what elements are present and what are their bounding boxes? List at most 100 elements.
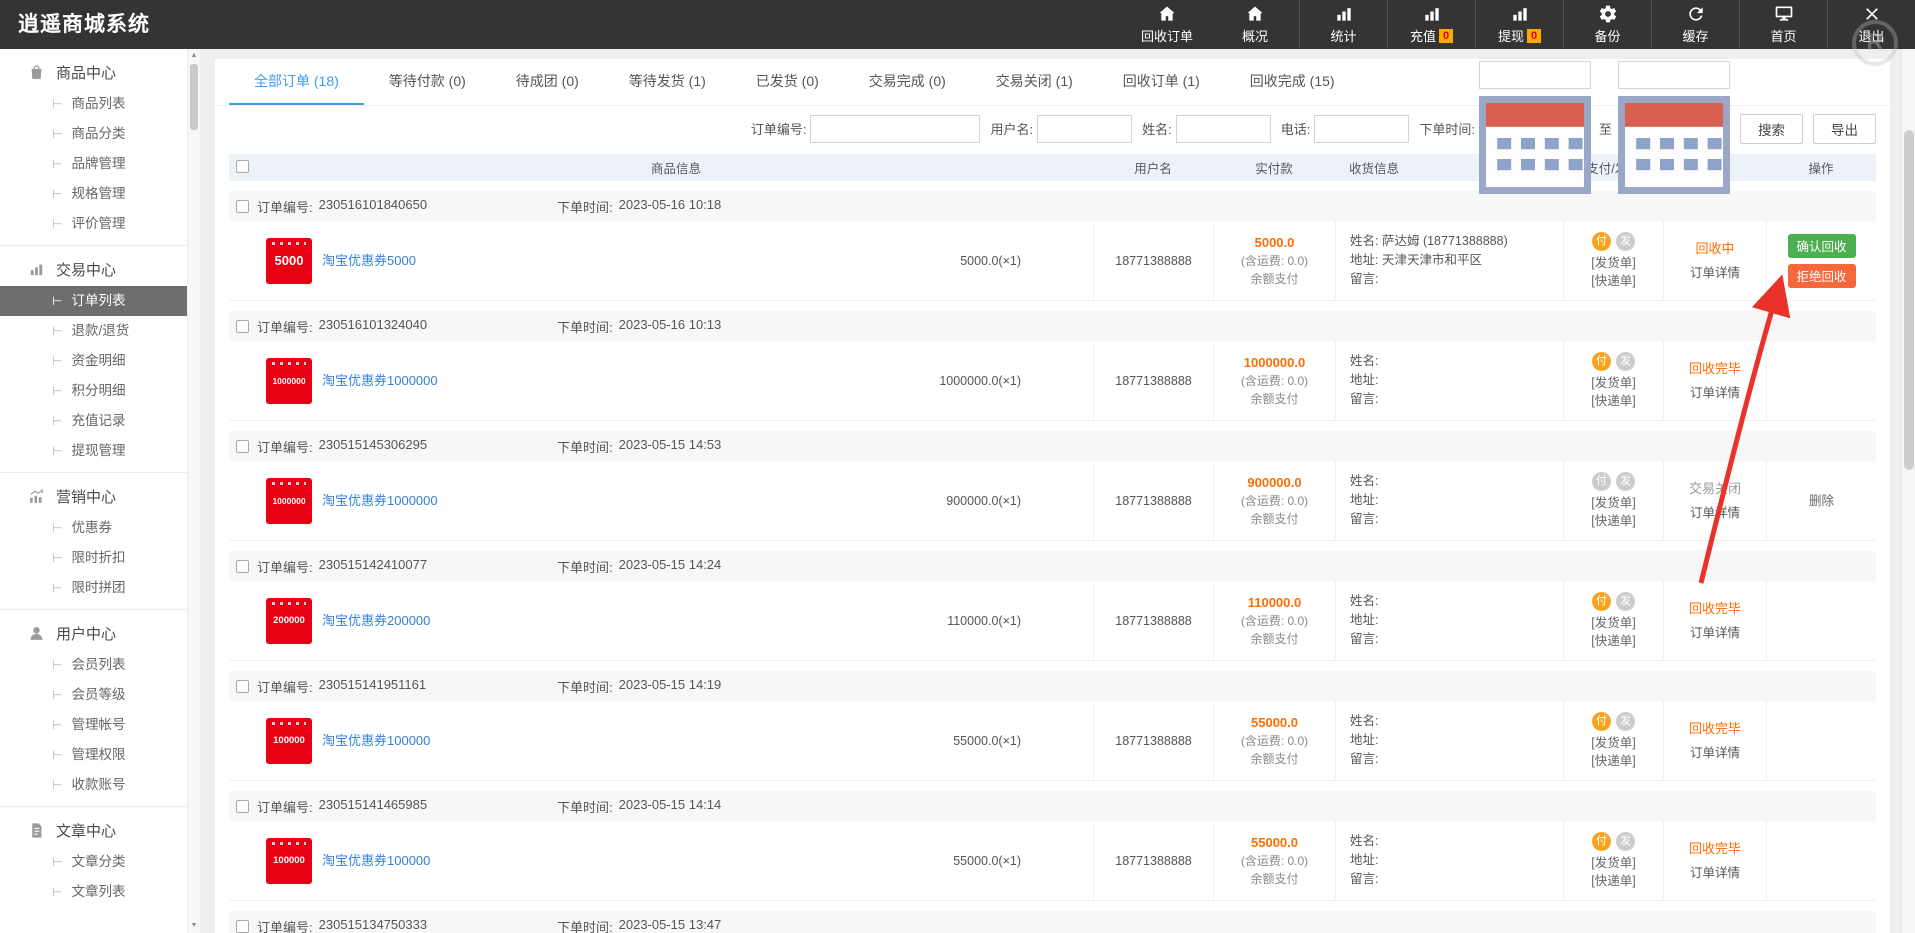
- tab-5[interactable]: 交易完成 (0): [844, 59, 971, 105]
- express-doc-link[interactable]: [快递单]: [1591, 632, 1635, 650]
- top-nav-item-首页[interactable]: 首页: [1739, 0, 1827, 49]
- shipping-doc-link[interactable]: [发货单]: [1591, 374, 1635, 392]
- top-nav-item-备份[interactable]: 备份: [1563, 0, 1651, 49]
- sidebar-item-订单列表[interactable]: ⊢ 订单列表: [0, 286, 187, 316]
- scroll-down-icon[interactable]: ▼: [188, 920, 200, 932]
- express-doc-link[interactable]: [快递单]: [1591, 752, 1635, 770]
- confirm-recycle-button[interactable]: 确认回收: [1787, 233, 1856, 258]
- order-detail-link[interactable]: 订单详情: [1690, 264, 1740, 282]
- page-scrollbar[interactable]: [1901, 49, 1915, 933]
- top-nav-item-概况[interactable]: 概况: [1211, 0, 1299, 49]
- sidebar-group-用户中心[interactable]: 用户中心: [0, 616, 187, 650]
- sidebar-item-商品分类[interactable]: ⊢ 商品分类: [0, 119, 187, 149]
- sidebar-item-限时拼团[interactable]: ⊢ 限时拼团: [0, 573, 187, 603]
- sidebar-group-商品中心[interactable]: 商品中心: [0, 55, 187, 89]
- sidebar-item-充值记录[interactable]: ⊢ 充值记录: [0, 406, 187, 436]
- order-header-band: 订单编号: 230515141465985 下单时间: 2023-05-15 14:1…: [229, 791, 1876, 821]
- product-name-link[interactable]: 淘宝优惠券100000: [322, 732, 430, 750]
- sidebar-item-资金明细[interactable]: ⊢ 资金明细: [0, 346, 187, 376]
- bar-chart-icon: [28, 261, 45, 278]
- sidebar-scrollbar[interactable]: ▲ ▼: [187, 49, 200, 933]
- order-select-checkbox[interactable]: [236, 799, 249, 813]
- reject-recycle-button[interactable]: 拒绝回收: [1787, 263, 1856, 288]
- sidebar-item-商品列表[interactable]: ⊢ 商品列表: [0, 89, 187, 119]
- receiver-label: 姓名:: [1350, 834, 1379, 848]
- sidebar-item-label: 文章分类: [71, 854, 126, 869]
- shipping-doc-link[interactable]: [发货单]: [1591, 854, 1635, 872]
- filter-input-0[interactable]: [810, 114, 981, 143]
- express-doc-link[interactable]: [快递单]: [1591, 512, 1635, 530]
- order-select-checkbox[interactable]: [236, 439, 249, 453]
- shipping-doc-link[interactable]: [发货单]: [1591, 734, 1635, 752]
- tab-0[interactable]: 全部订单 (18): [229, 59, 364, 105]
- order-select-checkbox[interactable]: [236, 559, 249, 573]
- order-select-checkbox[interactable]: [236, 319, 249, 333]
- order-select-checkbox[interactable]: [236, 919, 249, 933]
- sidebar-scrollbar-thumb[interactable]: [190, 64, 198, 130]
- top-nav-item-统计[interactable]: 统计: [1299, 0, 1387, 49]
- order-detail-link[interactable]: 订单详情: [1690, 744, 1740, 762]
- operation-cell: 确认回收 拒绝回收: [1766, 221, 1876, 300]
- order-detail-link[interactable]: 订单详情: [1690, 624, 1740, 642]
- sidebar-item-文章分类[interactable]: ⊢ 文章分类: [0, 847, 187, 877]
- tab-2[interactable]: 待成团 (0): [491, 59, 604, 105]
- sidebar-item-管理帐号[interactable]: ⊢ 管理帐号: [0, 710, 187, 740]
- express-doc-link[interactable]: [快递单]: [1591, 392, 1635, 410]
- top-nav-item-提现[interactable]: 提现 0: [1475, 0, 1563, 49]
- tab-7[interactable]: 回收订单 (1): [1098, 59, 1225, 105]
- filter-input-1[interactable]: [1037, 114, 1133, 143]
- filter-field-1: 用户名:: [990, 114, 1133, 143]
- shipping-doc-link[interactable]: [发货单]: [1591, 494, 1635, 512]
- tab-1[interactable]: 等待付款 (0): [364, 59, 491, 105]
- order-detail-link[interactable]: 订单详情: [1690, 384, 1740, 402]
- sidebar-item-品牌管理[interactable]: ⊢ 品牌管理: [0, 149, 187, 179]
- sidebar-item-积分明细[interactable]: ⊢ 积分明细: [0, 376, 187, 406]
- filter-input-2[interactable]: [1175, 114, 1271, 143]
- sidebar-item-管理权限[interactable]: ⊢ 管理权限: [0, 740, 187, 770]
- sidebar-group-营销中心[interactable]: 营销中心: [0, 479, 187, 513]
- delete-link[interactable]: 删除: [1809, 492, 1834, 510]
- page-scrollbar-thumb[interactable]: [1904, 130, 1914, 470]
- order-no-value: 230516101324040: [318, 316, 428, 332]
- order-detail-link[interactable]: 订单详情: [1690, 504, 1740, 522]
- filter-input-3[interactable]: [1314, 114, 1410, 143]
- sidebar-item-文章列表[interactable]: ⊢ 文章列表: [0, 877, 187, 907]
- top-nav-item-充值[interactable]: 充值 0: [1387, 0, 1475, 49]
- search-button[interactable]: 搜索: [1740, 113, 1803, 144]
- top-nav-item-缓存[interactable]: 缓存: [1651, 0, 1739, 49]
- top-nav-item-退出[interactable]: 退出: [1827, 0, 1915, 49]
- sidebar-item-退款/退货[interactable]: ⊢ 退款/退货: [0, 316, 187, 346]
- sidebar-group-交易中心[interactable]: 交易中心: [0, 252, 187, 286]
- date-input-time_to[interactable]: [1618, 60, 1730, 89]
- sidebar-item-会员列表[interactable]: ⊢ 会员列表: [0, 650, 187, 680]
- sidebar-item-限时折扣[interactable]: ⊢ 限时折扣: [0, 543, 187, 573]
- product-name-link[interactable]: 淘宝优惠券5000: [322, 252, 416, 270]
- product-name-link[interactable]: 淘宝优惠券100000: [322, 852, 430, 870]
- order-detail-link[interactable]: 订单详情: [1690, 864, 1740, 882]
- express-doc-link[interactable]: [快递单]: [1591, 272, 1635, 290]
- tab-8[interactable]: 回收完成 (15): [1225, 59, 1360, 105]
- sidebar-item-规格管理[interactable]: ⊢ 规格管理: [0, 179, 187, 209]
- product-name-link[interactable]: 淘宝优惠券200000: [322, 612, 430, 630]
- sidebar-item-优惠券[interactable]: ⊢ 优惠券: [0, 513, 187, 543]
- sidebar-group-文章中心[interactable]: 文章中心: [0, 813, 187, 847]
- sidebar-item-提现管理[interactable]: ⊢ 提现管理: [0, 436, 187, 466]
- sidebar-item-会员等级[interactable]: ⊢ 会员等级: [0, 680, 187, 710]
- export-button[interactable]: 导出: [1813, 113, 1876, 144]
- top-nav-item-回收订单[interactable]: 回收订单: [1123, 0, 1211, 49]
- sidebar-item-收款账号[interactable]: ⊢ 收款账号: [0, 770, 187, 800]
- tab-6[interactable]: 交易关闭 (1): [971, 59, 1098, 105]
- scroll-up-icon[interactable]: ▲: [188, 50, 200, 62]
- shipping-doc-link[interactable]: [发货单]: [1591, 254, 1635, 272]
- product-name-link[interactable]: 淘宝优惠券1000000: [322, 372, 438, 390]
- express-doc-link[interactable]: [快递单]: [1591, 872, 1635, 890]
- select-all-checkbox[interactable]: [236, 159, 249, 173]
- shipping-doc-link[interactable]: [发货单]: [1591, 614, 1635, 632]
- tab-3[interactable]: 等待发货 (1): [604, 59, 731, 105]
- sidebar-item-评价管理[interactable]: ⊢ 评价管理: [0, 209, 187, 239]
- tab-4[interactable]: 已发货 (0): [731, 59, 844, 105]
- order-select-checkbox[interactable]: [236, 199, 249, 213]
- order-select-checkbox[interactable]: [236, 679, 249, 693]
- date-input-time_from[interactable]: [1478, 60, 1591, 89]
- product-name-link[interactable]: 淘宝优惠券1000000: [322, 492, 438, 510]
